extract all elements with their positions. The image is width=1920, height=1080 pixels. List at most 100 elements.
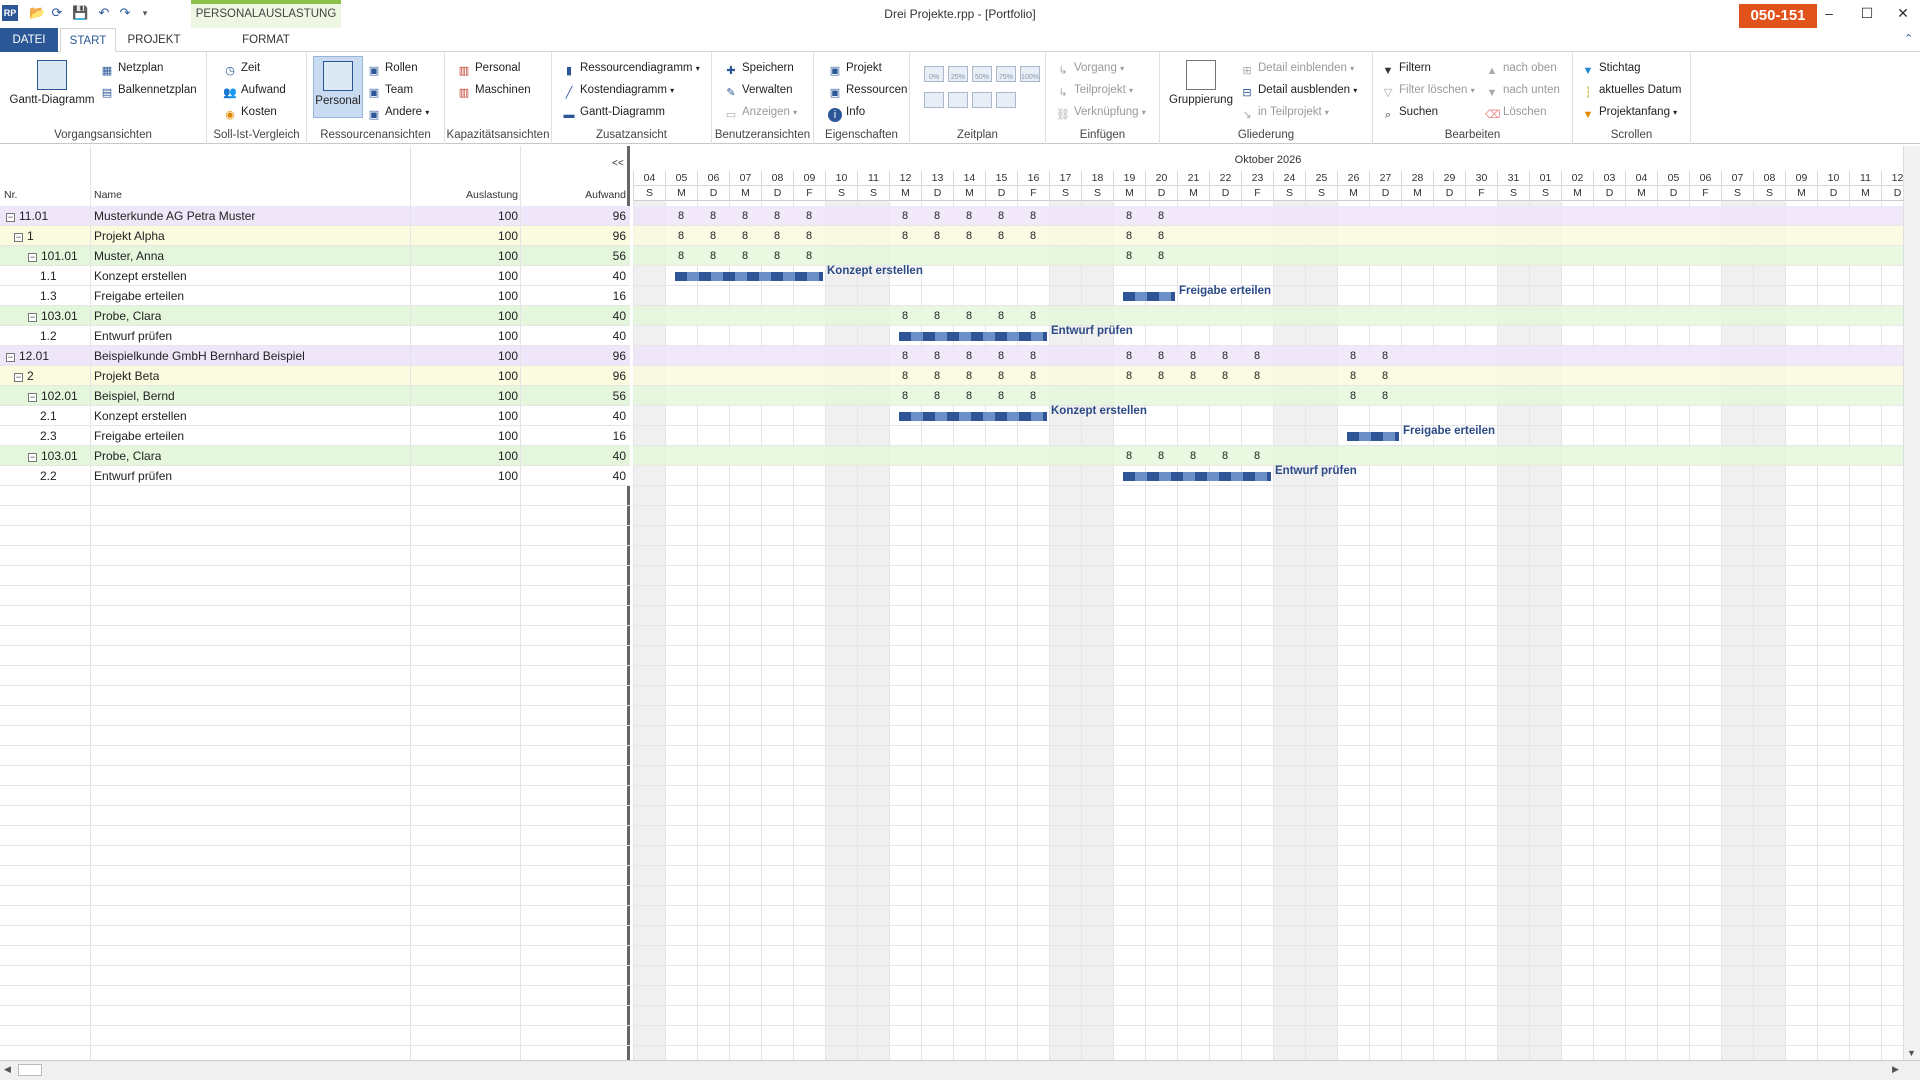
balkennetzplan-button[interactable]: ▤ Balkennetzplan: [100, 80, 197, 100]
stichtag-button[interactable]: ▼ Stichtag: [1581, 58, 1641, 78]
table-row[interactable]: 2.2 Entwurf prüfen 100 40: [0, 466, 630, 486]
andere-button[interactable]: ▣ Andere ▾: [367, 102, 430, 122]
zoom-0-button[interactable]: 0%: [924, 66, 944, 82]
gruppierung-button[interactable]: Gruppierung: [1166, 60, 1236, 122]
table-row[interactable]: 1.2 Entwurf prüfen 100 40: [0, 326, 630, 346]
schedule-tool-3-button[interactable]: [972, 92, 992, 108]
kosten-button[interactable]: ◉ Kosten: [223, 102, 277, 122]
gantt-row[interactable]: [633, 426, 1903, 446]
table-row[interactable]: −12.01 Beispielkunde GmbH Bernhard Beispi…: [0, 346, 630, 366]
collapse-toggle-icon[interactable]: −: [6, 213, 15, 222]
minimize-button[interactable]: –: [1814, 4, 1844, 22]
scroll-down-icon[interactable]: ▼: [1907, 1048, 1916, 1058]
zoom-50-button[interactable]: 50%: [972, 66, 992, 82]
horizontal-scrollbar[interactable]: ◀ ▶: [0, 1060, 1920, 1080]
gantt-row[interactable]: [633, 266, 1903, 286]
table-row[interactable]: 2.3 Freigabe erteilen 100 16: [0, 426, 630, 446]
info-button[interactable]: i Info: [828, 102, 865, 122]
filter-loeschen-button[interactable]: ▽ Filter löschen ▾: [1381, 80, 1475, 100]
tab-projekt[interactable]: PROJEKT: [122, 28, 186, 52]
collapse-toggle-icon[interactable]: −: [28, 393, 37, 402]
header-nr[interactable]: Nr.: [4, 188, 17, 202]
anzeigen-button[interactable]: ▭ Anzeigen ▾: [724, 102, 797, 122]
nach-oben-button[interactable]: ▲ nach oben: [1485, 58, 1557, 78]
table-row[interactable]: −103.01 Probe, Clara 100 40: [0, 306, 630, 326]
tab-format[interactable]: FORMAT: [232, 28, 300, 52]
collapse-toggle-icon[interactable]: −: [28, 253, 37, 262]
suchen-button[interactable]: ⌕ Suchen: [1381, 102, 1438, 122]
table-row[interactable]: 1.3 Freigabe erteilen 100 16: [0, 286, 630, 306]
collapse-toggle-icon[interactable]: −: [14, 233, 23, 242]
collapse-grid-button[interactable]: <<: [612, 158, 624, 169]
collapse-toggle-icon[interactable]: −: [14, 373, 23, 382]
projekt-properties-button[interactable]: ▣ Projekt: [828, 58, 882, 78]
netzplan-button[interactable]: ▦ Netzplan: [100, 58, 164, 78]
task-bar[interactable]: [899, 332, 1047, 341]
gantt-row[interactable]: [633, 386, 1903, 406]
tab-datei[interactable]: DATEI: [0, 28, 58, 52]
table-row[interactable]: −103.01 Probe, Clara 100 40: [0, 446, 630, 466]
hours-value: 8: [1189, 370, 1197, 382]
table-row[interactable]: −102.01 Beispiel, Bernd 100 56: [0, 386, 630, 406]
vorgang-button[interactable]: ↳ Vorgang ▾: [1056, 58, 1124, 78]
task-bar[interactable]: [1123, 292, 1175, 301]
team-button[interactable]: ▣ Team: [367, 80, 413, 100]
collapse-toggle-icon[interactable]: −: [28, 313, 37, 322]
vertical-scrollbar[interactable]: ▼: [1903, 146, 1920, 1060]
tab-start[interactable]: START: [60, 28, 116, 52]
kapazitaet-personal-button[interactable]: ▥ Personal: [457, 58, 521, 78]
scroll-left-icon[interactable]: ◀: [4, 1064, 11, 1075]
verknuepfung-button[interactable]: ⛓ Verknüpfung ▾: [1056, 102, 1146, 122]
zoom-25-button[interactable]: 25%: [948, 66, 968, 82]
ribbon-collapse-icon[interactable]: ⌃: [1904, 32, 1913, 45]
rollen-button[interactable]: ▣ Rollen: [367, 58, 418, 78]
verwalten-button[interactable]: ✎ Verwalten: [724, 80, 792, 100]
task-bar[interactable]: [1123, 472, 1271, 481]
table-row[interactable]: −2 Projekt Beta 100 96: [0, 366, 630, 386]
maximize-button[interactable]: ☐: [1852, 4, 1882, 22]
gantt-diagramm-button[interactable]: Gantt-Diagramm: [6, 60, 98, 114]
ressourcendiagramm-button[interactable]: ▮ Ressourcendiagramm ▾: [562, 58, 700, 78]
ressourcen-properties-button[interactable]: ▣ Ressourcen: [828, 80, 908, 100]
scroll-right-icon[interactable]: ▶: [1892, 1064, 1899, 1075]
detail-ausblenden-button[interactable]: ⊟ Detail ausblenden ▾: [1240, 80, 1357, 100]
schedule-tool-4-button[interactable]: [996, 92, 1016, 108]
task-bar[interactable]: [899, 412, 1047, 421]
aktuelles-datum-button[interactable]: ┆ aktuelles Datum: [1581, 80, 1682, 100]
collapse-toggle-icon[interactable]: −: [28, 453, 37, 462]
close-button[interactable]: ✕: [1888, 4, 1918, 22]
table-row[interactable]: 2.1 Konzept erstellen 100 40: [0, 406, 630, 426]
header-name[interactable]: Name: [94, 188, 122, 202]
task-bar[interactable]: [1347, 432, 1399, 441]
task-bar[interactable]: [675, 272, 823, 281]
zeit-button[interactable]: ◷ Zeit: [223, 58, 260, 78]
projektanfang-button[interactable]: ▼ Projektanfang ▾: [1581, 102, 1678, 122]
schedule-tool-2-button[interactable]: [948, 92, 968, 108]
gantt-row[interactable]: [633, 306, 1903, 326]
zoom-100-button[interactable]: 100%: [1020, 66, 1040, 82]
schedule-tool-1-button[interactable]: [924, 92, 944, 108]
header-auslastung[interactable]: Auslastung: [412, 188, 518, 202]
table-row[interactable]: 1.1 Konzept erstellen 100 40: [0, 266, 630, 286]
zoom-75-button[interactable]: 75%: [996, 66, 1016, 82]
table-row[interactable]: −1 Projekt Alpha 100 96: [0, 226, 630, 246]
gantt-row[interactable]: [633, 326, 1903, 346]
zusatz-gantt-button[interactable]: ▬ Gantt-Diagramm: [562, 102, 666, 122]
table-row[interactable]: −101.01 Muster, Anna 100 56: [0, 246, 630, 266]
speichern-button[interactable]: ✚ Speichern: [724, 58, 793, 78]
table-row[interactable]: −11.01 Musterkunde AG Petra Muster 100 96: [0, 206, 630, 226]
loeschen-button[interactable]: ⌫ Löschen: [1485, 102, 1546, 122]
scroll-thumb[interactable]: [18, 1064, 42, 1076]
personal-view-button[interactable]: Personal: [313, 56, 363, 118]
detail-einblenden-button[interactable]: ⊞ Detail einblenden ▾: [1240, 58, 1354, 78]
in-teilprojekt-button[interactable]: ↘ in Teilprojekt ▾: [1240, 102, 1329, 122]
kostendiagramm-button[interactable]: ╱ Kostendiagramm ▾: [562, 80, 674, 100]
nach-unten-button[interactable]: ▼ nach unten: [1485, 80, 1560, 100]
filtern-button[interactable]: ▼ Filtern: [1381, 58, 1431, 78]
aufwand-button[interactable]: 👥 Aufwand: [223, 80, 286, 100]
header-aufwand[interactable]: Aufwand: [520, 188, 626, 202]
maschinen-button[interactable]: ▥ Maschinen: [457, 80, 531, 100]
collapse-toggle-icon[interactable]: −: [6, 353, 15, 362]
gantt-row[interactable]: [633, 406, 1903, 426]
teilprojekt-button[interactable]: ↳ Teilprojekt ▾: [1056, 80, 1133, 100]
